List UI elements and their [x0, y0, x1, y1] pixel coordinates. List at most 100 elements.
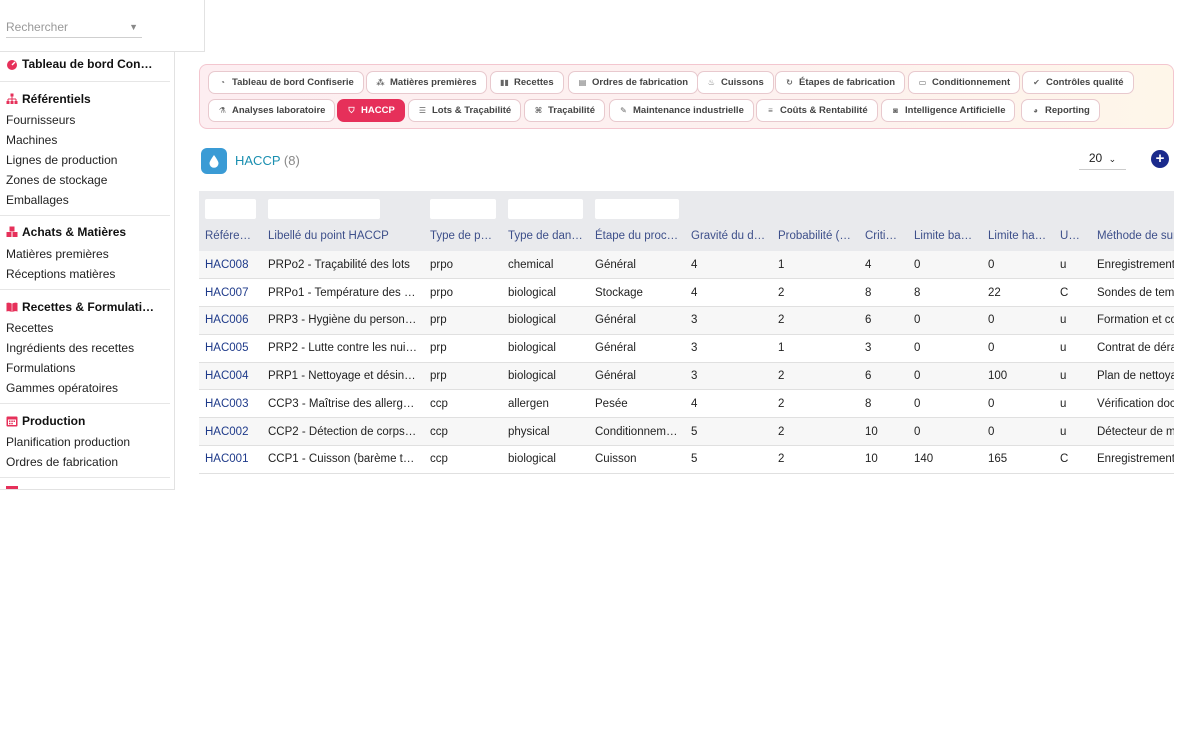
add-record-button[interactable]: + — [1151, 150, 1169, 168]
filter-input-type-point[interactable] — [430, 199, 496, 219]
sidebar-item-recettes[interactable]: Recettes — [6, 321, 53, 335]
table-row[interactable]: HAC003 CCP3 - Maîtrise des allergènes ccp a… — [199, 389, 1174, 419]
table-row[interactable]: HAC004 PRP1 - Nettoyage et désinfection pr… — [199, 362, 1174, 391]
reference-link[interactable]: HAC006 — [199, 306, 262, 335]
table-cell: prp — [424, 362, 502, 391]
column-header[interactable]: Limite haute — [982, 221, 1054, 251]
tab-ordres-fabrication[interactable]: ▤ Ordres de fabrication — [568, 71, 699, 94]
book-open-icon — [6, 302, 18, 312]
filter-input-etape[interactable] — [595, 199, 679, 219]
column-header[interactable]: Type de point — [424, 221, 502, 251]
table-cell: 4 — [859, 251, 908, 280]
sidebar-section-production[interactable]: Production — [6, 414, 85, 428]
table-cell: prp — [424, 334, 502, 363]
column-header[interactable]: Type de dan… — [502, 221, 589, 251]
table-cell: PRP3 - Hygiène du personnel — [262, 306, 424, 335]
table-row[interactable]: HAC007 PRPo1 - Température des zones prpo b… — [199, 278, 1174, 308]
table-row[interactable]: HAC006 PRP3 - Hygiène du personnel prp biol… — [199, 306, 1174, 335]
table-row[interactable]: HAC001 CCP1 - Cuisson (barème temps) ccp bi… — [199, 445, 1174, 474]
column-header[interactable]: Gravité du d… — [685, 221, 772, 251]
filter-cell — [685, 191, 772, 221]
tab-controles-qualite[interactable]: ✔ Contrôles qualité — [1022, 71, 1134, 94]
tab-haccp[interactable]: ⛉ HACCP — [337, 99, 405, 122]
column-header[interactable]: Méthode de surveillance — [1091, 221, 1174, 251]
table-row[interactable]: HAC008 PRPo2 - Traçabilité des lots prpo ch… — [199, 251, 1174, 280]
table-cell: prpo — [424, 251, 502, 280]
reference-link[interactable]: HAC007 — [199, 278, 262, 308]
sidebar-item-machines[interactable]: Machines — [6, 133, 57, 147]
table-cell: 0 — [908, 306, 982, 335]
sidebar-item-ingredients-recettes[interactable]: Ingrédients des recettes — [6, 341, 134, 355]
column-header[interactable]: Criticité — [859, 221, 908, 251]
tab-intelligence-artificielle[interactable]: ◙ Intelligence Artificielle — [881, 99, 1016, 122]
sidebar-item-planification-production[interactable]: Planification production — [6, 435, 130, 449]
column-header[interactable]: Probabilité (… — [772, 221, 859, 251]
chevron-down-icon[interactable]: ▼ — [129, 17, 138, 37]
truck-icon — [6, 486, 18, 489]
table-row[interactable]: HAC005 PRP2 - Lutte contre les nuisibles p… — [199, 334, 1174, 363]
table-cell: Cuisson — [589, 445, 685, 474]
table-cell: Stockage — [589, 278, 685, 308]
table-cell: 3 — [685, 362, 772, 391]
column-header[interactable]: Référence — [199, 221, 262, 251]
tab-etapes-fabrication[interactable]: ↻ Étapes de fabrication — [775, 71, 906, 94]
filter-row — [199, 191, 1174, 221]
table-cell: ccp — [424, 445, 502, 474]
sidebar-section-achats[interactable]: Achats & Matières — [6, 225, 126, 239]
tab-conditionnement[interactable]: ▭ Conditionnement — [908, 71, 1021, 94]
tab-label: Coûts & Rentabilité — [780, 105, 868, 116]
tab-couts-rentabilite[interactable]: ≡ Coûts & Rentabilité — [756, 99, 878, 122]
tab-lots-tracabilite[interactable]: ☰ Lots & Traçabilité — [408, 99, 522, 122]
table-cell: Enregistrement — [1091, 445, 1174, 474]
sidebar-item-fournisseurs[interactable]: Fournisseurs — [6, 113, 75, 127]
divider — [0, 477, 170, 478]
table-cell: 0 — [982, 417, 1054, 447]
table-cell: Sondes de temp — [1091, 278, 1174, 308]
sidebar-item-gammes-operatoires[interactable]: Gammes opératoires — [6, 381, 118, 395]
reference-link[interactable]: HAC004 — [199, 362, 262, 391]
column-header[interactable]: Étape du proc… — [589, 221, 685, 251]
tab-matieres-premieres[interactable]: ⁂ Matières premières — [366, 71, 487, 94]
sidebar-item-emballages[interactable]: Emballages — [6, 193, 69, 207]
filter-cell — [589, 191, 685, 221]
reference-link[interactable]: HAC002 — [199, 417, 262, 447]
sidebar-section-recettes[interactable]: Recettes & Formulati… — [6, 300, 154, 314]
sidebar-section-referentiels[interactable]: Référentiels — [6, 92, 91, 106]
reference-link[interactable]: HAC005 — [199, 334, 262, 363]
sidebar-section-label: Recettes & Formulati… — [22, 300, 155, 314]
filter-input-reference[interactable] — [205, 199, 256, 219]
filter-input-libelle[interactable] — [268, 199, 380, 219]
page-size-select[interactable]: 20 ⌄ — [1079, 149, 1126, 170]
column-header[interactable]: Unité — [1054, 221, 1091, 251]
reference-link[interactable]: HAC008 — [199, 251, 262, 280]
tab-label: Tableau de bord Confiserie — [232, 77, 354, 88]
table-cell: 0 — [982, 251, 1054, 280]
table-row[interactable]: HAC002CCP2 - Détection de corps étranger… — [199, 417, 1174, 447]
table-cell: 2 — [772, 306, 859, 335]
sidebar-item-zones-stockage[interactable]: Zones de stockage — [6, 173, 107, 187]
filter-input-type-danger[interactable] — [508, 199, 583, 219]
header-row: Référence Libellé du point HACCP Type de… — [199, 221, 1174, 251]
sidebar-item-lignes-production[interactable]: Lignes de production — [6, 153, 117, 167]
filter-cell — [772, 191, 859, 221]
tab-reporting[interactable]: ◕ Reporting — [1021, 99, 1100, 122]
sidebar-section-dashboard[interactable]: Tableau de bord Con… — [6, 57, 152, 71]
sidebar-item-ordres-fabrication[interactable]: Ordres de fabrication — [6, 455, 118, 469]
reference-link[interactable]: HAC003 — [199, 389, 262, 419]
tab-analyses-laboratoire[interactable]: ⚗ Analyses laboratoire — [208, 99, 336, 122]
table-cell: 2 — [772, 278, 859, 308]
tab-tracabilite[interactable]: ⌘ Traçabilité — [524, 99, 605, 122]
sidebar-item-formulations[interactable]: Formulations — [6, 361, 75, 375]
tab-recettes[interactable]: ▮▮ Recettes — [490, 71, 564, 94]
tab-maintenance-industrielle[interactable]: ✎ Maintenance industrielle — [609, 99, 754, 122]
table-cell: 2 — [772, 362, 859, 391]
sidebar-item-matieres-premieres[interactable]: Matières premières — [6, 247, 109, 261]
sidebar-item-receptions-matieres[interactable]: Réceptions matières — [6, 267, 115, 281]
reference-link[interactable]: HAC001 — [199, 445, 262, 474]
search-input[interactable]: Rechercher ▼ — [6, 17, 142, 38]
column-header[interactable]: Libellé du point HACCP — [262, 221, 424, 251]
tab-tableau-de-bord[interactable]: ◔ Tableau de bord Confiserie — [208, 71, 364, 94]
tab-cuissons[interactable]: ♨ Cuissons — [697, 71, 774, 94]
table-cell: 2 — [772, 389, 859, 419]
column-header[interactable]: Limite basse — [908, 221, 982, 251]
